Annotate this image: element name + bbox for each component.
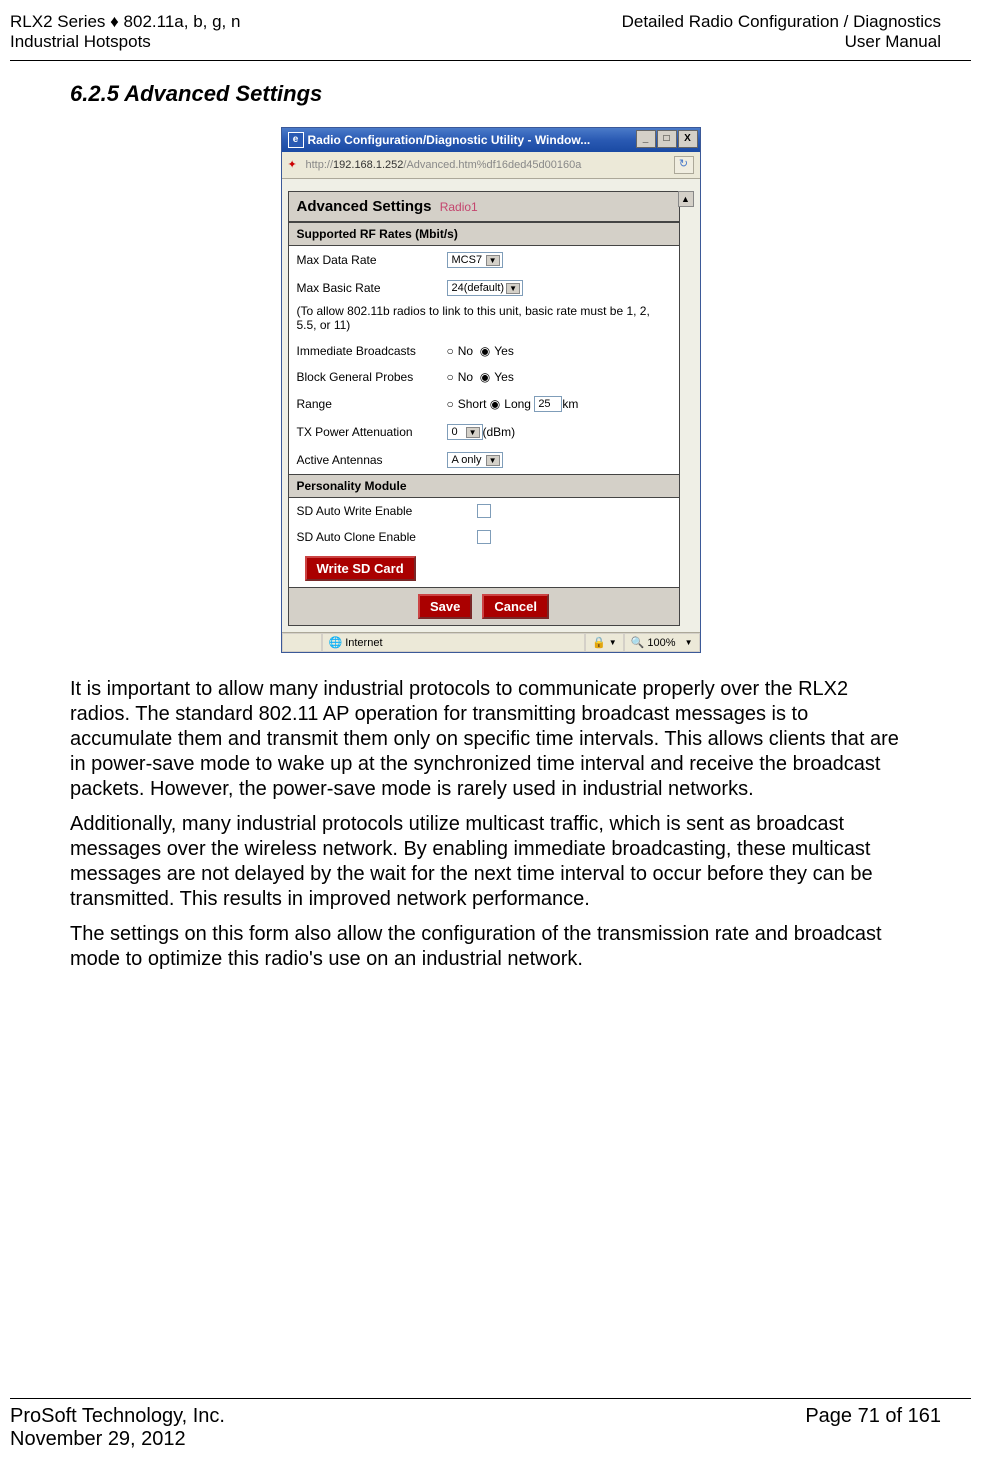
status-internet-text: Internet [345,637,382,649]
tx-power-label: TX Power Attenuation [297,425,447,439]
window-buttons: _ □ X [636,130,698,148]
row-range: Range ○Short ◉Long 25 km [289,390,679,418]
max-basic-rate-select[interactable]: 24(default) [447,280,524,296]
max-data-rate-label: Max Data Rate [297,253,447,267]
footer-row: ProSoft Technology, Inc. November 29, 20… [0,1399,981,1467]
row-sd-auto-clone: SD Auto Clone Enable [289,524,679,550]
close-button[interactable]: X [678,130,698,148]
row-max-data-rate: Max Data Rate MCS7 [289,246,679,274]
immediate-broadcasts-no[interactable]: ○No [447,344,474,358]
radio-name: Radio1 [440,200,478,214]
paragraph-3: The settings on this form also allow the… [70,922,911,972]
block-probes-yes[interactable]: ◉Yes [480,370,514,384]
settings-panel: Advanced Settings Radio1 Supported RF Ra… [288,191,680,626]
url-display[interactable]: http://192.168.1.252/Advanced.htm%df16de… [306,159,674,171]
personality-header: Personality Module [289,474,679,498]
row-immediate-broadcasts: Immediate Broadcasts ○No ◉Yes [289,338,679,364]
panel-title: Advanced Settings Radio1 [289,192,679,222]
rf-rates-header: Supported RF Rates (Mbit/s) [289,222,679,246]
section-heading: 6.2.5 Advanced Settings [70,81,911,107]
address-bar: ✦ http://192.168.1.252/Advanced.htm%df16… [282,152,700,179]
block-probes-no[interactable]: ○No [447,370,474,384]
zoom-level: 100% [647,637,675,649]
footer-date: November 29, 2012 [10,1428,225,1451]
range-short[interactable]: ○Short [447,397,487,411]
write-sd-button[interactable]: Write SD Card [305,556,416,581]
minimize-button[interactable]: _ [636,130,656,148]
url-scheme: http:// [306,159,334,171]
max-basic-rate-label: Max Basic Rate [297,281,447,295]
footer-company: ProSoft Technology, Inc. [10,1405,225,1428]
button-row: Save Cancel [289,587,679,625]
maximize-button[interactable]: □ [657,130,677,148]
row-max-basic-rate: Max Basic Rate 24(default) [289,274,679,302]
page-body: ▲ Advanced Settings Radio1 Supported RF … [282,179,700,632]
zoom-icon: 🔍 [631,636,645,649]
sd-auto-write-label: SD Auto Write Enable [297,504,477,518]
status-zone: 🌐 Internet [322,633,586,652]
row-block-general-probes: Block General Probes ○No ◉Yes [289,364,679,390]
url-path: /Advanced.htm%df16ded45d00160a [403,159,581,171]
status-blank [282,633,322,652]
site-icon: ✦ [288,158,302,172]
range-input[interactable]: 25 [534,396,562,412]
url-host: 192.168.1.252 [333,159,403,171]
sd-auto-clone-label: SD Auto Clone Enable [297,530,477,544]
row-tx-power: TX Power Attenuation 0 (dBm) [289,418,679,446]
ie-icon: e [288,132,304,148]
globe-icon: 🌐 [329,636,343,649]
immediate-broadcasts-yes[interactable]: ◉Yes [480,344,514,358]
sd-auto-write-checkbox[interactable] [477,504,491,518]
page-footer: ProSoft Technology, Inc. November 29, 20… [0,1398,981,1467]
window-title: Radio Configuration/Diagnostic Utility -… [308,133,591,147]
header-left: RLX2 Series ♦ 802.11a, b, g, n Industria… [10,12,240,52]
status-bar: 🌐 Internet 🔒 ▼ 🔍 100% ▼ [282,632,700,652]
browser-window: e Radio Configuration/Diagnostic Utility… [281,127,701,653]
tx-power-select[interactable]: 0 [447,424,483,440]
paragraph-2: Additionally, many industrial protocols … [70,812,911,912]
row-write-sd: Write SD Card [289,550,679,587]
panel-title-text: Advanced Settings [297,198,432,215]
block-general-probes-label: Block General Probes [297,370,447,384]
status-zoom[interactable]: 🔍 100% ▼ [624,633,700,652]
dropdown-icon: ▼ [609,638,617,647]
content-area: 6.2.5 Advanced Settings e Radio Configur… [0,61,981,972]
dropdown-icon: ▼ [685,638,693,647]
status-security[interactable]: 🔒 ▼ [585,633,624,652]
range-long[interactable]: ◉Long [490,397,531,411]
basic-rate-note: (To allow 802.11b radios to link to this… [289,302,679,338]
immediate-broadcasts-label: Immediate Broadcasts [297,344,447,358]
row-sd-auto-write: SD Auto Write Enable [289,498,679,524]
page-header: RLX2 Series ♦ 802.11a, b, g, n Industria… [0,0,981,56]
header-left-line2: Industrial Hotspots [10,32,240,52]
header-right-line2: User Manual [622,32,941,52]
row-active-antennas: Active Antennas A only [289,446,679,474]
scrollbar-up[interactable]: ▲ [678,191,694,207]
tx-power-unit: (dBm) [483,425,516,439]
header-right-line1: Detailed Radio Configuration / Diagnosti… [622,12,941,32]
range-unit: km [562,397,578,411]
footer-right: Page 71 of 161 [805,1405,941,1451]
active-antennas-select[interactable]: A only [447,452,503,468]
window-titlebar: e Radio Configuration/Diagnostic Utility… [282,128,700,152]
range-label: Range [297,397,447,411]
sd-auto-clone-checkbox[interactable] [477,530,491,544]
footer-left: ProSoft Technology, Inc. November 29, 20… [10,1405,225,1451]
header-right: Detailed Radio Configuration / Diagnosti… [622,12,941,52]
header-left-line1: RLX2 Series ♦ 802.11a, b, g, n [10,12,240,32]
save-button[interactable]: Save [418,594,472,619]
cancel-button[interactable]: Cancel [482,594,549,619]
max-data-rate-select[interactable]: MCS7 [447,252,503,268]
refresh-button[interactable]: ↻ [674,156,694,174]
active-antennas-label: Active Antennas [297,453,447,467]
shield-icon: 🔒 [592,636,606,649]
paragraph-1: It is important to allow many industrial… [70,677,911,802]
